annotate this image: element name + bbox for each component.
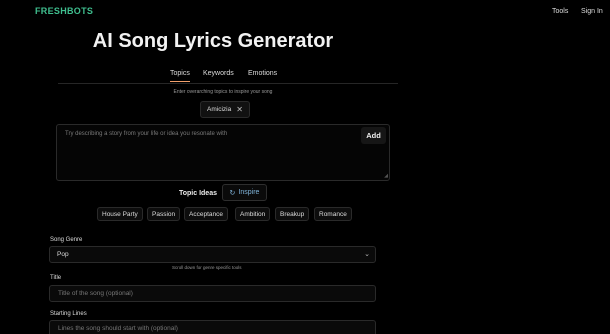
genre-hint: Scroll down for genre specific tools [172, 265, 242, 270]
topic-chip: Amicizia ✕ [200, 101, 250, 118]
add-button[interactable]: Add [361, 127, 386, 144]
close-icon[interactable]: ✕ [236, 105, 243, 114]
title-label: Title [50, 275, 62, 281]
page-title: AI Song Lyrics Generator [92, 30, 334, 52]
idea-button-romance[interactable]: Romance [314, 207, 352, 221]
topics-hint: Enter overarching topics to inspire your… [173, 89, 273, 95]
resize-handle-icon[interactable]: ◢ [384, 173, 388, 179]
idea-button-acceptance[interactable]: Acceptance [184, 207, 228, 221]
topic-ideas-label: Topic Ideas [179, 190, 217, 197]
starting-lines-input[interactable] [49, 320, 376, 334]
tab-keywords[interactable]: Keywords [203, 70, 234, 77]
title-input[interactable] [49, 285, 376, 302]
topic-chip-label: Amicizia [207, 106, 232, 113]
brand-logo[interactable]: FRESHBOTS [35, 6, 93, 16]
genre-select[interactable]: Pop ⌄ [49, 246, 376, 263]
idea-button-ambition[interactable]: Ambition [235, 207, 271, 221]
refresh-icon: ↻ [229, 189, 236, 197]
topic-textarea[interactable]: Try describing a story from your life or… [56, 124, 390, 181]
genre-label: Song Genre [50, 237, 83, 243]
tab-emotions[interactable]: Emotions [248, 70, 277, 77]
genre-value: Pop [57, 251, 69, 258]
nav-link-sign-in[interactable]: Sign In [581, 8, 603, 15]
idea-button-passion[interactable]: Passion [147, 207, 181, 221]
idea-button-house-party[interactable]: House Party [97, 207, 143, 221]
tab-topics[interactable]: Topics [170, 70, 190, 82]
tabs-divider [58, 83, 398, 84]
nav-link-tools[interactable]: Tools [552, 8, 568, 15]
idea-button-breakup[interactable]: Breakup [275, 207, 310, 221]
inspire-label: Inspire [238, 189, 260, 196]
inspire-button[interactable]: ↻ Inspire [222, 184, 267, 201]
top-nav: FRESHBOTS Tools Sign In [0, 0, 610, 24]
starting-lines-label: Starting Lines [50, 311, 87, 317]
topic-textarea-placeholder: Try describing a story from your life or… [65, 131, 228, 137]
chevron-down-icon: ⌄ [364, 251, 370, 258]
